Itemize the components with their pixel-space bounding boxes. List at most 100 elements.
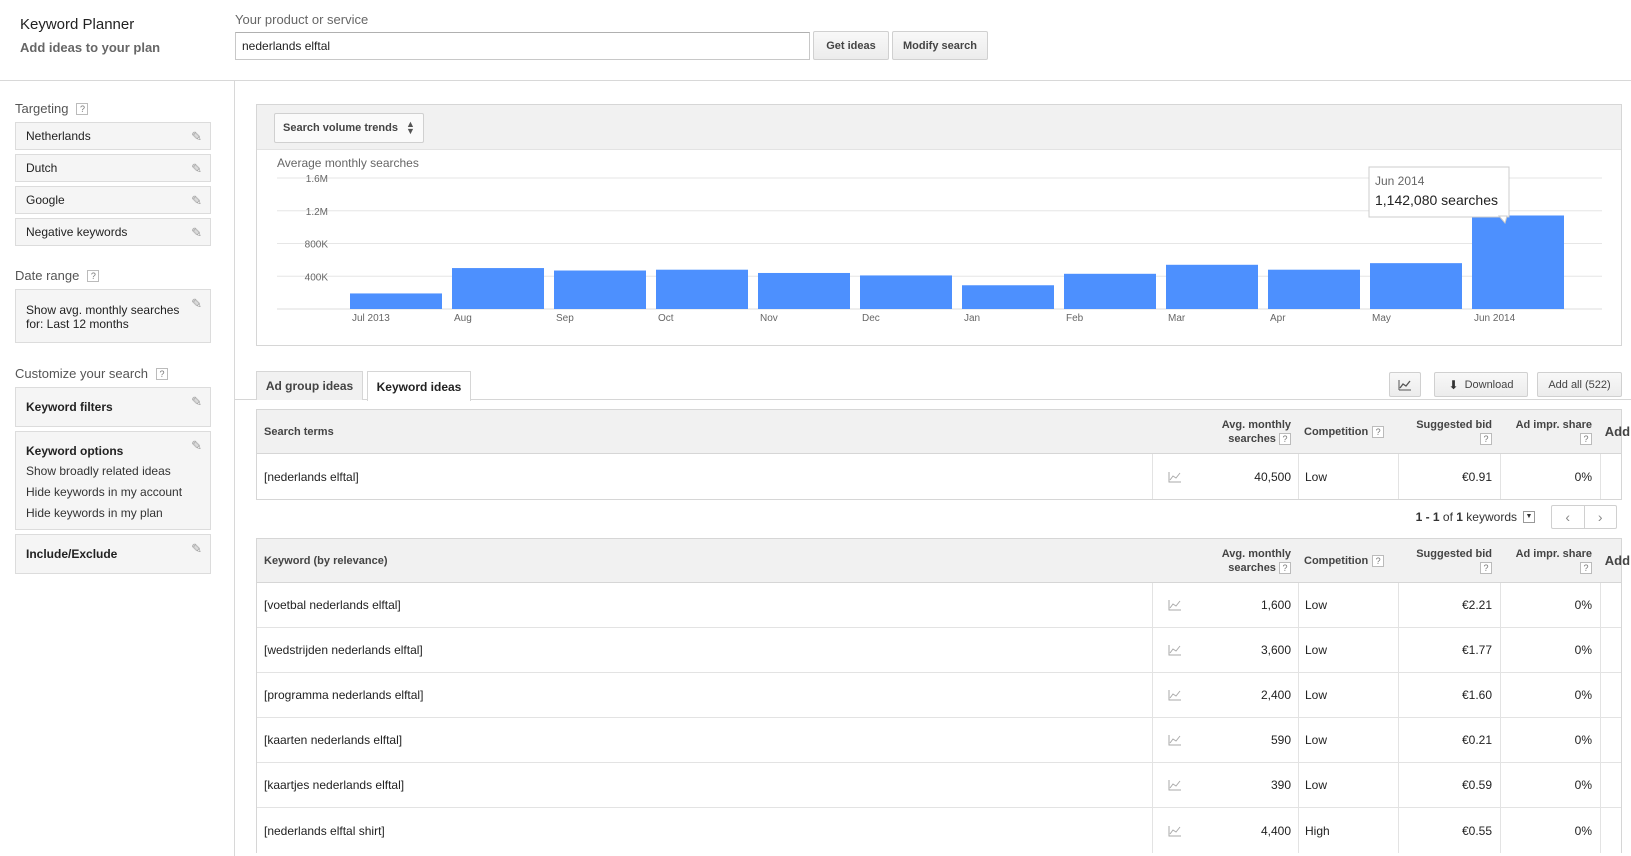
keyword-rows: [voetbal nederlands elftal] 1,600 Low €2.21… [257, 583, 1631, 853]
pencil-icon[interactable]: ✎ [191, 394, 202, 410]
pencil-icon[interactable]: ✎ [191, 541, 202, 557]
help-icon[interactable]: ? [1279, 432, 1291, 445]
trend-graph-icon[interactable] [1152, 673, 1197, 717]
col-avg-monthly[interactable]: Avg. monthly searches ? [1157, 539, 1293, 582]
add-all-button[interactable]: Add all (522) [1537, 372, 1622, 397]
x-tick-label: Jun 2014 [1474, 313, 1516, 324]
pencil-icon[interactable]: ✎ [191, 438, 202, 454]
date-range-box[interactable]: Show avg. monthly searches for: Last 12 … [15, 289, 211, 343]
trend-graph-icon[interactable] [1152, 763, 1197, 807]
bar [452, 268, 544, 309]
chevron-down-icon[interactable]: ▼ [1523, 511, 1535, 523]
competition: Low [1298, 763, 1398, 807]
add-to-plan-button[interactable]: [ » ] [1600, 454, 1631, 499]
table-row: [nederlands elftal shirt] 4,400 High €0.55 0… [257, 808, 1631, 853]
col-suggested-bid[interactable]: Suggested bid? [1398, 539, 1500, 582]
x-tick-label: Dec [862, 313, 880, 324]
y-tick-label: 800K [305, 240, 329, 251]
pencil-icon[interactable]: ✎ [191, 296, 202, 312]
pencil-icon[interactable]: ✎ [191, 161, 202, 177]
add-to-plan-button[interactable]: [ » ] [1600, 718, 1631, 762]
trend-graph-icon[interactable] [1152, 628, 1197, 672]
add-to-plan-button[interactable]: [ » ] [1600, 808, 1631, 853]
help-icon[interactable]: ? [155, 367, 168, 380]
competition: High [1298, 808, 1398, 853]
add-to-plan-button[interactable]: [ » ] [1600, 628, 1631, 672]
search-volume-trends-select[interactable]: Search volume trends ▲ ▼ [274, 113, 424, 143]
trend-graph-icon[interactable] [1152, 808, 1197, 853]
x-tick-label: Jan [964, 313, 980, 324]
option-broadly-related: Show broadly related ideas [26, 464, 171, 478]
modify-search-button[interactable]: Modify search [892, 31, 988, 60]
keyword-filters-box[interactable]: Keyword filters ✎ [15, 387, 211, 427]
keyword-text: [nederlands elftal shirt] [264, 823, 385, 838]
help-icon[interactable]: ? [1580, 433, 1592, 445]
keyword-ideas-table: Keyword (by relevance) Avg. monthly searc… [256, 538, 1631, 853]
include-exclude-box[interactable]: Include/Exclude ✎ [15, 534, 211, 574]
col-ad-impr-share[interactable]: Ad impr. share? [1500, 539, 1600, 582]
chevron-right-icon[interactable]: › [1585, 506, 1617, 528]
col-competition[interactable]: Competition? [1298, 539, 1398, 582]
pencil-icon[interactable]: ✎ [191, 129, 202, 145]
top-header: Keyword Planner Add ideas to your plan Y… [0, 0, 1631, 81]
ad-impr-share: 0% [1500, 583, 1600, 627]
x-tick-label: Jul 2013 [352, 313, 390, 324]
targeting-item-network[interactable]: Google ✎ [15, 186, 211, 214]
chart-panel: Search volume trends ▲ ▼ Average monthly … [256, 104, 1622, 346]
col-add-to-plan: Add to plan [1604, 552, 1631, 568]
get-ideas-button[interactable]: Get ideas [813, 31, 889, 60]
bar [350, 293, 442, 309]
avg-searches: 3,600 [1260, 643, 1291, 657]
col-avg-monthly[interactable]: Avg. monthly searches ? [1157, 410, 1293, 453]
keyword-text: [kaartjes nederlands elftal] [264, 778, 405, 792]
help-icon[interactable]: ? [1279, 561, 1291, 574]
option-hide-account: Hide keywords in my account [26, 485, 183, 499]
download-button[interactable]: ⬇ Download [1434, 372, 1528, 397]
add-to-plan-button[interactable]: [ » ] [1600, 763, 1631, 807]
keyword-text: [programma nederlands elftal] [264, 688, 424, 702]
col-suggested-bid[interactable]: Suggested bid? [1398, 410, 1500, 453]
help-icon[interactable]: ? [1480, 562, 1492, 574]
tooltip-value: 1,142,080 searches [1375, 192, 1498, 208]
help-icon[interactable]: ? [1372, 425, 1385, 438]
trend-graph-icon[interactable] [1152, 718, 1197, 762]
targeting-title: Targeting ? [15, 101, 89, 116]
keyword-options-box[interactable]: Keyword options Show broadly related ide… [15, 431, 211, 530]
add-to-plan-button[interactable]: [ » ] [1600, 583, 1631, 627]
col-search-terms[interactable]: Search terms [264, 410, 334, 453]
add-to-plan-button[interactable]: [ » ] [1600, 673, 1631, 717]
trend-graph-icon[interactable] [1152, 454, 1197, 499]
targeting-item-location[interactable]: Netherlands ✎ [15, 122, 211, 150]
help-icon[interactable]: ? [1580, 562, 1592, 574]
help-icon[interactable]: ? [1480, 433, 1492, 445]
table-header: Keyword (by relevance) Avg. monthly searc… [257, 539, 1631, 583]
bar [962, 285, 1054, 309]
help-icon[interactable]: ? [76, 102, 89, 115]
x-tick-label: Apr [1270, 313, 1286, 324]
pencil-icon[interactable]: ✎ [191, 225, 202, 241]
col-keyword-relevance[interactable]: Keyword (by relevance) [264, 539, 388, 582]
tab-ad-group-ideas[interactable]: Ad group ideas [256, 371, 363, 400]
search-volume-chart: Average monthly searches 400K 800K 1.2M 1.6M… [257, 150, 1623, 347]
targeting-item-negative-keywords[interactable]: Negative keywords ✎ [15, 218, 211, 246]
chevron-left-icon[interactable]: ‹ [1552, 506, 1585, 528]
product-search-input[interactable] [235, 32, 810, 60]
bar [1166, 264, 1258, 309]
suggested-bid: €2.21 [1398, 583, 1500, 627]
line-chart-icon[interactable] [1389, 372, 1421, 397]
col-add-to-plan: Add to plan [1604, 423, 1631, 439]
table-header: Search terms Avg. monthly searches ? Comp… [257, 410, 1631, 454]
avg-searches: 40,500 [1254, 469, 1291, 484]
suggested-bid: €0.21 [1398, 718, 1500, 762]
help-icon[interactable]: ? [87, 269, 100, 282]
col-ad-impr-share[interactable]: Ad impr. share? [1500, 410, 1600, 453]
table-row: [kaartjes nederlands elftal] 390 Low €0.59 0… [257, 763, 1631, 808]
pencil-icon[interactable]: ✎ [191, 193, 202, 209]
tab-keyword-ideas[interactable]: Keyword ideas [367, 371, 471, 401]
trend-graph-icon[interactable] [1152, 583, 1197, 627]
app-title: Keyword Planner [20, 16, 135, 33]
targeting-item-language[interactable]: Dutch ✎ [15, 154, 211, 182]
suggested-bid: €0.91 [1398, 454, 1500, 499]
col-competition[interactable]: Competition? [1298, 410, 1398, 453]
help-icon[interactable]: ? [1372, 554, 1385, 567]
